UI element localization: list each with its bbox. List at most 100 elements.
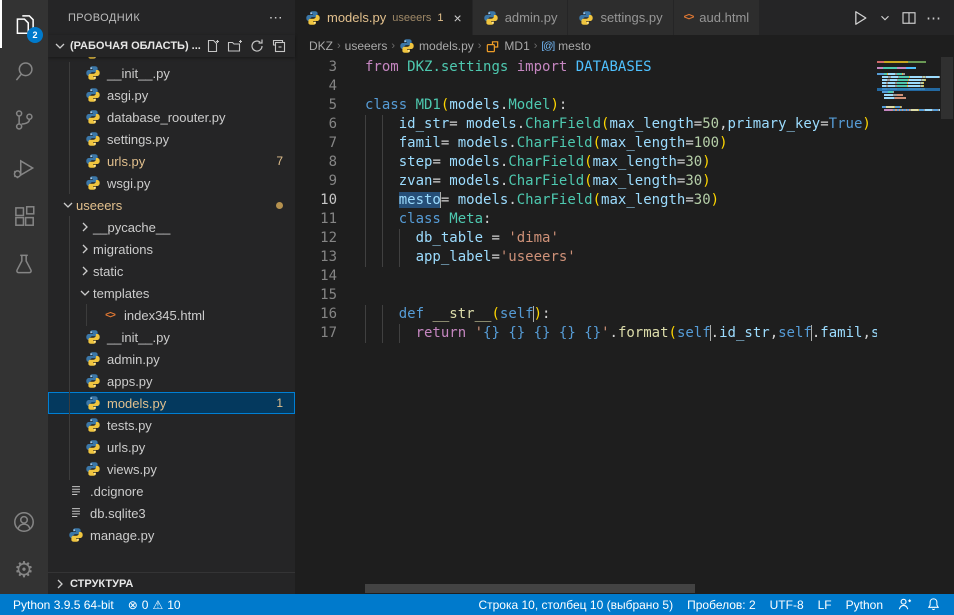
code-line-7[interactable]: 7 famil= models.CharField(max_length=100… [295, 134, 877, 153]
code-line-9[interactable]: 9 zvan= models.CharField(max_length=30) [295, 172, 877, 191]
breadcrumb-item-mesto[interactable]: [@]mesto [541, 39, 590, 53]
explorer-more-actions-icon[interactable]: ⋯ [269, 9, 283, 26]
code-line-13[interactable]: 13 app_label='useeers' [295, 248, 877, 267]
tree-folder-templates[interactable]: templates [48, 282, 295, 304]
status-problems[interactable]: ⊗0⚠10 [123, 594, 186, 615]
python-icon [85, 373, 101, 389]
status-language-mode[interactable]: Python [841, 594, 888, 615]
workspace-section-header[interactable]: (РАБОЧАЯ ОБЛАСТЬ) ... [48, 35, 295, 57]
line-number: 6 [295, 115, 337, 134]
tree-item-label: tests.py [107, 418, 152, 433]
tree-item-label: __init__.py [107, 66, 170, 81]
tree-item-label: asgi.py [107, 88, 148, 103]
code-line-10[interactable]: 10 mesto= models.CharField(max_length=30… [295, 191, 877, 210]
tree-file-apps-py[interactable]: apps.py [48, 370, 295, 392]
run-dropdown-chevron-icon[interactable] [876, 9, 894, 27]
code-line-12[interactable]: 12 db_table = 'dima' [295, 229, 877, 248]
code-line-8[interactable]: 8 step= models.CharField(max_length=30) [295, 153, 877, 172]
tree-item-label: db.sqlite3 [90, 506, 146, 521]
warning-count: 10 [167, 598, 180, 612]
tree-file--init-py[interactable]: __init__.py [48, 62, 295, 84]
tree-file-models-py[interactable]: models.py1 [48, 392, 295, 414]
code-line-4[interactable]: 4 [295, 77, 877, 96]
breadcrumb-separator: › [391, 40, 395, 52]
code-line-16[interactable]: 16 def __str__(self): [295, 305, 877, 324]
tree-file--init-py[interactable]: __init__.py [48, 326, 295, 348]
new-folder-button[interactable] [227, 38, 243, 54]
tree-folder-static[interactable]: static [48, 260, 295, 282]
status-feedback[interactable] [892, 594, 917, 615]
tree-file-db-sqlite3[interactable]: db.sqlite3 [48, 502, 295, 524]
settings-button[interactable]: ⚙ [0, 546, 48, 594]
status-eol[interactable]: LF [813, 594, 837, 615]
code-line-11[interactable]: 11 class Meta: [295, 210, 877, 229]
tree-file--dcignore[interactable]: .dcignore [48, 480, 295, 502]
tree-file-asgi-py[interactable]: asgi.py [48, 84, 295, 106]
tab-aud-html[interactable]: <>aud.html [674, 0, 761, 35]
minimap[interactable] [877, 57, 940, 594]
tree-folder-useeers[interactable]: useeers [48, 194, 295, 216]
tree-file-settings-py[interactable]: settings.py [48, 128, 295, 150]
vertical-scrollbar[interactable] [940, 57, 954, 594]
error-count: 0 [142, 598, 149, 612]
tab-settings-py[interactable]: settings.py [568, 0, 673, 35]
split-editor-button[interactable] [898, 7, 920, 29]
search-view-button[interactable] [0, 48, 48, 96]
tree-item-label: database_roouter.py [107, 110, 226, 125]
status-encoding[interactable]: UTF-8 [765, 594, 809, 615]
status-cursor-position[interactable]: Строка 10, столбец 10 (выбрано 5) [473, 594, 678, 615]
tab-admin-py[interactable]: admin.py [473, 0, 569, 35]
status-indentation[interactable]: Пробелов: 2 [682, 594, 761, 615]
tree-file-manage-py[interactable]: manage.py [48, 524, 295, 546]
tree-item-label: urls.py [107, 440, 145, 455]
new-file-button[interactable] [205, 38, 221, 54]
tree-file-admin-py[interactable]: admin.py [48, 348, 295, 370]
breadcrumb-separator: › [337, 40, 341, 52]
tree-file-wsgi-py[interactable]: wsgi.py [48, 172, 295, 194]
tab-description: useeers [392, 12, 431, 24]
run-python-file-button[interactable] [848, 6, 872, 30]
tree-file-urls-py[interactable]: urls.py [48, 436, 295, 458]
tree-folder-migrations[interactable]: migrations [48, 238, 295, 260]
explorer-view-button[interactable]: 2 [0, 0, 48, 48]
code-line-5[interactable]: 5class MD1(models.Model): [295, 96, 877, 115]
more-actions-icon[interactable]: ⋯ [924, 7, 944, 29]
tree-folder--pycache-[interactable]: __pycache__ [48, 216, 295, 238]
tree-item-label: index345.html [124, 308, 205, 323]
account-button[interactable] [0, 498, 48, 546]
python-icon [85, 109, 101, 125]
breadcrumb-label: useeers [345, 39, 388, 53]
code-line-15[interactable]: 15 [295, 286, 877, 305]
status-label: UTF-8 [770, 598, 804, 612]
tab-models-py[interactable]: models.pyuseeers1× [295, 0, 473, 35]
close-icon[interactable]: × [454, 10, 462, 26]
code-line-17[interactable]: 17 return '{} {} {} {} {}'.format(self.i… [295, 324, 877, 343]
tree-file-index345-html[interactable]: <>index345.html [48, 304, 295, 326]
status-notifications[interactable] [921, 594, 946, 615]
tree-file-database-roouter-py[interactable]: database_roouter.py [48, 106, 295, 128]
collapse-all-icon[interactable] [271, 38, 287, 54]
tree-file-views-py[interactable]: views.py [48, 458, 295, 480]
tree-file-urls-py[interactable]: urls.py7 [48, 150, 295, 172]
breadcrumb-item-md1[interactable]: MD1 [485, 39, 529, 54]
extensions-view-button[interactable] [0, 192, 48, 240]
status-label: Строка 10, столбец 10 (выбрано 5) [478, 598, 673, 612]
testing-view-button[interactable] [0, 240, 48, 288]
run-and-debug-view-button[interactable] [0, 144, 48, 192]
code-editor[interactable]: 3from DKZ.settings import DATABASES45cla… [295, 57, 954, 594]
horizontal-scrollbar[interactable] [365, 584, 695, 593]
status-python-version[interactable]: Python 3.9.5 64-bit [8, 594, 119, 615]
line-number: 13 [295, 248, 337, 267]
code-line-6[interactable]: 6 id_str= models.CharField(max_length=50… [295, 115, 877, 134]
outline-section-header[interactable]: СТРУКТУРА [48, 572, 295, 594]
breadcrumb-item-models-py[interactable]: models.py [399, 38, 474, 54]
code-line-3[interactable]: 3from DKZ.settings import DATABASES [295, 58, 877, 77]
scrollbar-slider[interactable] [941, 57, 953, 119]
tree-file-tests-py[interactable]: tests.py [48, 414, 295, 436]
source-control-view-button[interactable] [0, 96, 48, 144]
code-line-14[interactable]: 14 [295, 267, 877, 286]
refresh-icon[interactable] [249, 38, 265, 54]
tree-item-label: urls.py [107, 154, 145, 169]
breadcrumb-item-dkz[interactable]: DKZ [309, 39, 333, 53]
breadcrumb-item-useeers[interactable]: useeers [345, 39, 388, 53]
